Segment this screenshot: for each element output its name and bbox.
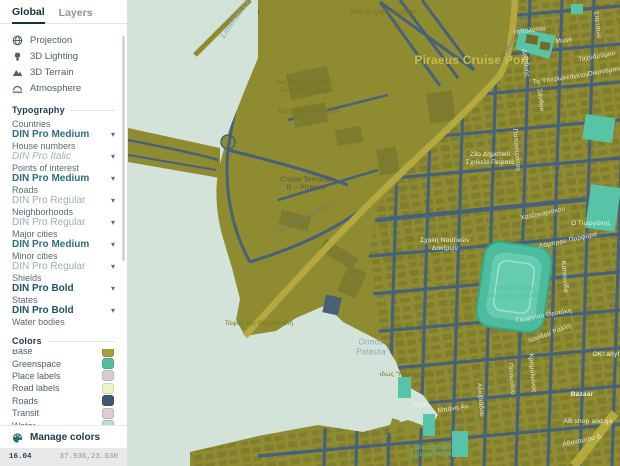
colors-list: Base Greenspace Place labels Road labels… <box>0 349 127 432</box>
chevron-down-icon: ▾ <box>110 130 115 139</box>
map-rendering <box>128 0 620 466</box>
color-row-roads: Roads <box>0 395 127 407</box>
palette-icon <box>12 432 23 443</box>
color-swatch[interactable] <box>102 349 114 357</box>
chevron-down-icon: ▾ <box>110 262 115 271</box>
font-select[interactable]: DIN Pro Medium ▾ <box>12 129 115 140</box>
global-settings-list: Projection 3D Lighting 3D Terrain Atmosp… <box>0 24 127 98</box>
sidebar-item-3d-lighting[interactable]: 3D Lighting <box>0 48 127 64</box>
sidebar-item-3d-terrain[interactable]: 3D Terrain <box>0 64 127 80</box>
font-select[interactable]: DIN Pro Medium ▾ <box>12 239 115 250</box>
atmosphere-icon <box>12 83 23 94</box>
chevron-down-icon: ▾ <box>110 240 115 249</box>
manage-colors-button[interactable]: Manage colors <box>0 425 127 448</box>
font-select[interactable]: DIN Pro Italic ▾ <box>12 151 115 162</box>
font-select[interactable]: DIN Pro Bold ▾ <box>12 305 115 316</box>
chevron-down-icon: ▾ <box>110 284 115 293</box>
sidebar-item-label: 3D Terrain <box>30 66 74 78</box>
font-field-roads: Roads DIN Pro Regular ▾ <box>12 185 115 206</box>
color-swatch[interactable] <box>102 370 114 382</box>
color-row-base: Base <box>0 349 127 357</box>
font-field-states: States DIN Pro Bold ▾ <box>12 295 115 316</box>
sidebar-scrollbar[interactable] <box>122 36 125 261</box>
font-field-shields: Shields DIN Pro Bold ▾ <box>12 273 115 294</box>
sidebar-item-label: Atmosphere <box>30 82 82 94</box>
tab-global[interactable]: Global <box>12 6 45 24</box>
color-row-greenspace: Greenspace <box>0 357 127 370</box>
font-field-minor-cities: Minor cities DIN Pro Regular ▾ <box>12 251 115 272</box>
font-field-points-of-interest: Points of interest DIN Pro Medium ▾ <box>12 163 115 184</box>
font-select[interactable]: DIN Pro Regular ▾ <box>12 217 115 228</box>
color-swatch[interactable] <box>102 407 114 419</box>
color-swatch[interactable] <box>102 395 114 407</box>
color-row-road-labels: Road labels <box>0 382 127 394</box>
font-field-water-bodies: Water bodies <box>12 317 65 327</box>
chevron-down-icon: ▾ <box>110 152 115 161</box>
chevron-down-icon: ▾ <box>110 306 115 315</box>
font-field-house-numbers: House numbers DIN Pro Italic ▾ <box>12 141 115 162</box>
zoom-level: 16.04 <box>9 453 32 461</box>
globe-icon <box>12 35 23 46</box>
sidebar-item-atmosphere[interactable]: Atmosphere <box>0 80 127 96</box>
map-canvas[interactable]: Fire Brigade Station Limenas Le Piraeus Cr… <box>128 0 620 466</box>
color-swatch[interactable] <box>102 358 114 370</box>
font-select[interactable]: DIN Pro Medium ▾ <box>12 173 115 184</box>
sidebar: Global Layers Projection 3D Lighting 3D … <box>0 0 128 466</box>
color-row-transit: Transit <box>0 407 127 419</box>
lightbulb-icon <box>12 51 23 62</box>
sidebar-item-label: 3D Lighting <box>30 50 79 62</box>
font-select[interactable]: DIN Pro Regular ▾ <box>12 195 115 206</box>
colors-section-heading: Colors <box>12 336 115 346</box>
chevron-down-icon: ▾ <box>110 174 115 183</box>
font-select[interactable]: DIN Pro Regular ▾ <box>12 261 115 272</box>
map-style-editor-window: Global Layers Projection 3D Lighting 3D … <box>0 0 620 466</box>
color-row-place-labels: Place labels <box>0 370 127 382</box>
font-field-neighborhoods: Neighborhoods DIN Pro Regular ▾ <box>12 207 115 228</box>
font-field-countries: Countries DIN Pro Medium ▾ <box>12 119 115 140</box>
color-swatch[interactable] <box>102 382 114 394</box>
font-select[interactable]: DIN Pro Bold ▾ <box>12 283 115 294</box>
sidebar-item-label: Projection <box>30 34 73 46</box>
tab-bar: Global Layers <box>0 0 127 24</box>
stadium <box>475 240 553 334</box>
sidebar-item-projection[interactable]: Projection <box>0 32 127 48</box>
status-bar: 16.04 37.936,23.630 <box>0 448 127 466</box>
typography-section-heading: Typography <box>12 105 115 115</box>
chevron-down-icon: ▾ <box>110 218 115 227</box>
font-field-major-cities: Major cities DIN Pro Medium ▾ <box>12 229 115 250</box>
tab-layers[interactable]: Layers <box>59 7 93 23</box>
chevron-down-icon: ▾ <box>110 196 115 205</box>
coordinates: 37.936,23.630 <box>59 453 118 461</box>
mountain-icon <box>12 67 23 78</box>
